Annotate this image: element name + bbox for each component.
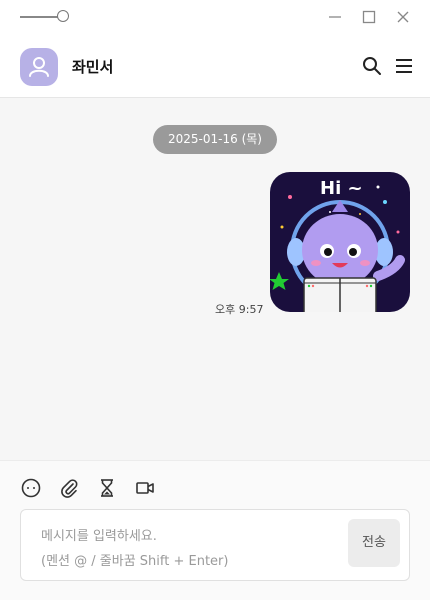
video-icon[interactable] [134, 477, 156, 499]
close-icon[interactable] [394, 8, 412, 26]
hourglass-icon[interactable] [96, 477, 118, 499]
message-time: 오후 9:57 [215, 303, 264, 316]
sticker-text: Hi ~ [320, 178, 363, 199]
maximize-icon[interactable] [360, 8, 378, 26]
search-icon[interactable] [361, 55, 383, 77]
emoji-icon[interactable] [20, 477, 42, 499]
chat-area[interactable]: 2025-01-16 (목) Hi ~ 오후 9:57 [0, 98, 430, 460]
user-icon [29, 57, 49, 77]
message-input[interactable]: 메시지를 입력하세요. (멘션 @ / 줄바꿈 Shift + Enter) 전… [20, 509, 410, 581]
composer-panel: 메시지를 입력하세요. (멘션 @ / 줄바꿈 Shift + Enter) 전… [0, 460, 430, 600]
attach-icon[interactable] [58, 477, 80, 499]
message-placeholder-line1: 메시지를 입력하세요. [41, 529, 157, 544]
opacity-slider-knob[interactable] [57, 10, 69, 22]
sticker-image: Hi ~ [270, 172, 410, 312]
title-bar [0, 0, 430, 34]
avatar[interactable] [20, 48, 58, 86]
message-placeholder-line2: (멘션 @ / 줄바꿈 Shift + Enter) [41, 554, 229, 569]
send-button[interactable]: 전송 [348, 519, 400, 567]
sticker-message[interactable]: Hi ~ [270, 172, 410, 312]
contact-name: 좌민서 [72, 58, 114, 76]
menu-icon[interactable] [393, 55, 415, 77]
date-divider: 2025-01-16 (목) [153, 125, 277, 154]
minimize-icon[interactable] [326, 8, 344, 26]
chat-header: 좌민서 [0, 34, 430, 98]
